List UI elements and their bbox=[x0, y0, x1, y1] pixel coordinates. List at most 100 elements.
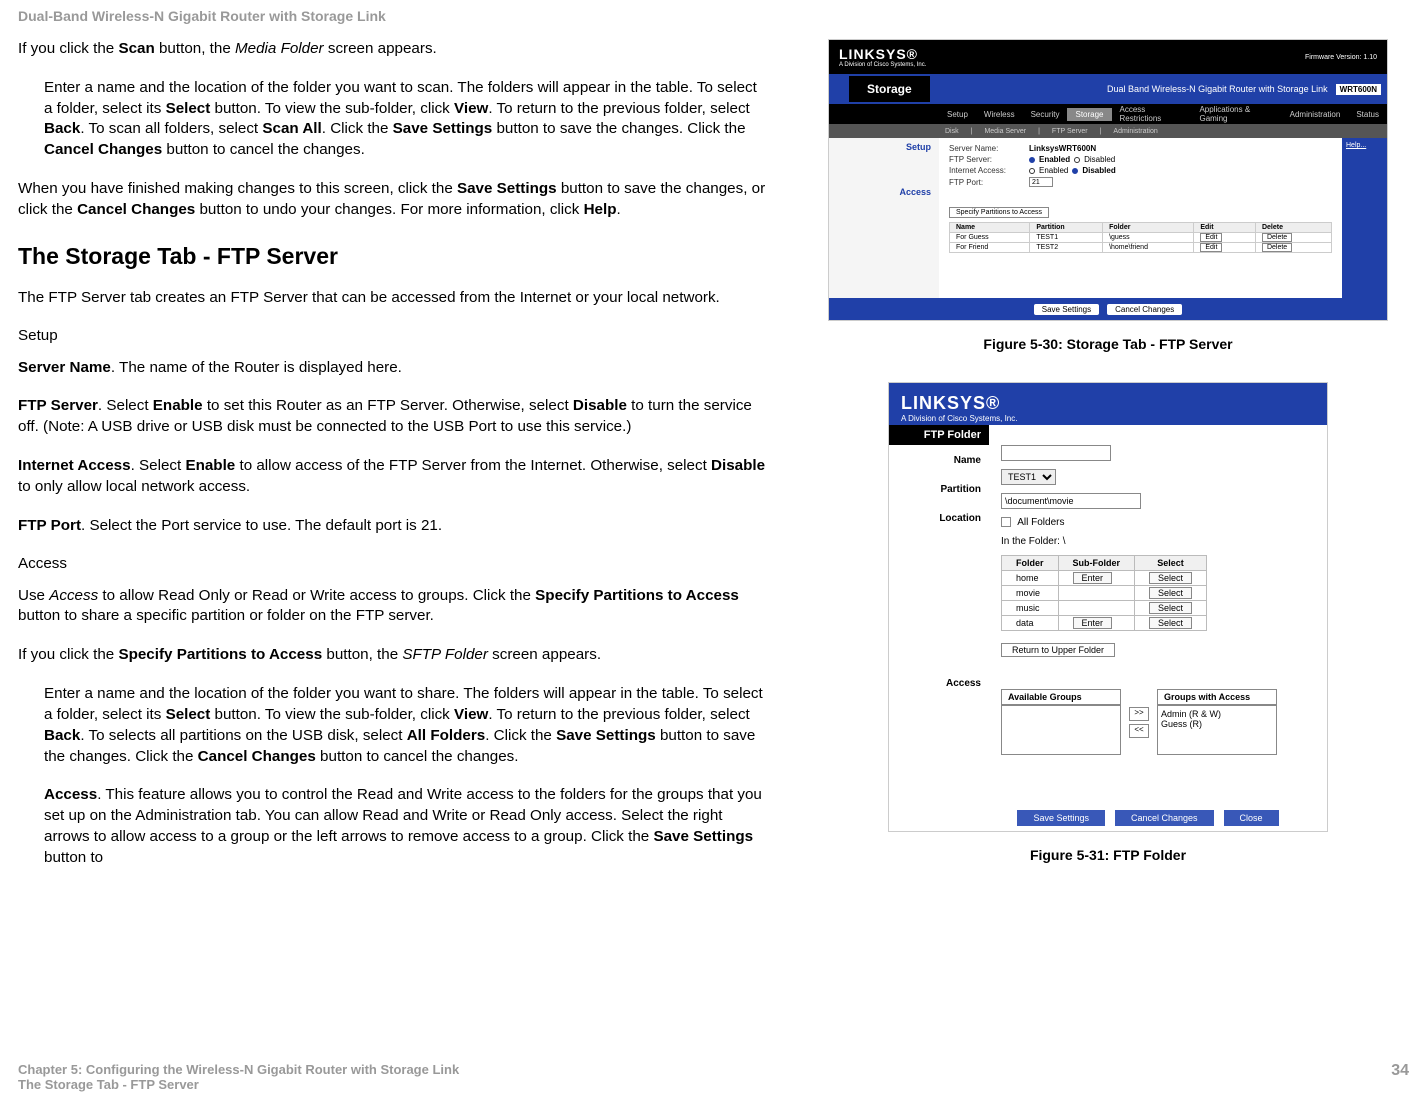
tab-setup[interactable]: Setup bbox=[939, 110, 976, 119]
text: Disabled bbox=[1084, 155, 1115, 164]
table-row: For Guess TEST1 \guess Edit Delete bbox=[950, 233, 1332, 243]
figure-ftp-folder: LINKSYS® A Division of Cisco Systems, In… bbox=[888, 382, 1328, 832]
name-input[interactable] bbox=[1001, 445, 1111, 461]
figures-column: LINKSYS® A Division of Cisco Systems, In… bbox=[798, 39, 1388, 893]
router-title: Dual Band Wireless-N Gigabit Router with… bbox=[930, 84, 1336, 94]
ftp-port-label: FTP Port: bbox=[949, 178, 1029, 187]
tab-status[interactable]: Status bbox=[1348, 110, 1387, 119]
delete-button[interactable]: Delete bbox=[1262, 233, 1292, 242]
text: If you click the bbox=[18, 646, 118, 663]
tab-applications-gaming[interactable]: Applications & Gaming bbox=[1191, 105, 1281, 123]
text: Enabled bbox=[1039, 155, 1070, 164]
specify-partitions-button[interactable]: Specify Partitions to Access bbox=[949, 207, 1049, 218]
text: to allow access of the FTP Server from t… bbox=[235, 457, 711, 474]
text: button to cancel the changes. bbox=[316, 748, 519, 765]
close-button[interactable]: Close bbox=[1224, 810, 1279, 826]
text: . Click the bbox=[322, 120, 393, 137]
table-row: movie Select bbox=[1002, 586, 1207, 601]
text: button to undo your changes. For more in… bbox=[195, 201, 583, 218]
subtab-media-server[interactable]: Media Server bbox=[978, 128, 1032, 135]
delete-button[interactable]: Delete bbox=[1262, 243, 1292, 252]
cancel-changes-button[interactable]: Cancel Changes bbox=[1115, 810, 1214, 826]
main-tab-storage: Storage bbox=[849, 76, 930, 102]
para-ftp-server: FTP Server. Select Enable to set this Ro… bbox=[18, 396, 768, 438]
para-scan: If you click the Scan button, the Media … bbox=[18, 39, 768, 60]
radio-ftp-enabled[interactable] bbox=[1029, 157, 1035, 163]
help-panel: Help... bbox=[1342, 138, 1387, 298]
text: button. To view the sub-folder, click bbox=[210, 706, 454, 723]
select-button[interactable]: Select bbox=[1149, 617, 1192, 629]
all-folders-checkbox[interactable] bbox=[1001, 517, 1011, 527]
sidebar-access: Access bbox=[837, 187, 931, 197]
available-groups-box[interactable] bbox=[1001, 705, 1121, 755]
location-input[interactable] bbox=[1001, 493, 1141, 509]
tab-administration[interactable]: Administration bbox=[1282, 110, 1349, 119]
td: music bbox=[1002, 601, 1059, 616]
footer-section: The Storage Tab - FTP Server bbox=[18, 1077, 459, 1092]
td-name: For Guess bbox=[950, 233, 1030, 243]
page-header: Dual-Band Wireless-N Gigabit Router with… bbox=[0, 0, 1427, 39]
text: to only allow local network access. bbox=[18, 478, 250, 495]
figure-caption-1: Figure 5-30: Storage Tab - FTP Server bbox=[983, 336, 1232, 352]
text: . To return to the previous folder, sele… bbox=[488, 706, 749, 723]
dialog-footer: Save Settings Cancel Changes Close bbox=[889, 805, 1327, 831]
text: Help bbox=[584, 201, 617, 218]
edit-button[interactable]: Edit bbox=[1200, 233, 1222, 242]
text: Access bbox=[44, 786, 97, 803]
enter-button[interactable]: Enter bbox=[1073, 617, 1113, 629]
text: Select bbox=[166, 100, 211, 117]
tab-security[interactable]: Security bbox=[1023, 110, 1068, 119]
radio-ftp-disabled[interactable] bbox=[1074, 157, 1080, 163]
text: Scan All bbox=[262, 120, 321, 137]
para-ftp-port: FTP Port. Select the Port service to use… bbox=[18, 516, 768, 537]
cancel-changes-button[interactable]: Cancel Changes bbox=[1107, 304, 1182, 315]
enter-button[interactable]: Enter bbox=[1073, 572, 1113, 584]
ftp-port-input[interactable] bbox=[1029, 177, 1053, 187]
partition-select[interactable]: TEST1 bbox=[1001, 469, 1056, 485]
text: View bbox=[454, 100, 488, 117]
text: button to cancel the changes. bbox=[162, 141, 365, 158]
access-table: Name Partition Folder Edit Delete For Gu… bbox=[949, 222, 1332, 253]
td: data bbox=[1002, 616, 1059, 631]
table-row: For Friend TEST2 \home\friend Edit Delet… bbox=[950, 243, 1332, 253]
ftp-server-label: FTP Server: bbox=[949, 155, 1029, 164]
page-number: 34 bbox=[1391, 1062, 1409, 1092]
th-partition: Partition bbox=[1030, 223, 1103, 233]
th-select: Select bbox=[1135, 556, 1207, 571]
para-internet-access: Internet Access. Select Enable to allow … bbox=[18, 456, 768, 498]
text: Specify Partitions to Access bbox=[118, 646, 322, 663]
tab-wireless[interactable]: Wireless bbox=[976, 110, 1023, 119]
add-group-button[interactable]: >> bbox=[1129, 707, 1149, 721]
radio-internet-enabled[interactable] bbox=[1029, 168, 1035, 174]
group-item[interactable]: Admin (R & W) bbox=[1161, 709, 1273, 719]
tab-access-restrictions[interactable]: Access Restrictions bbox=[1112, 105, 1192, 123]
save-settings-button[interactable]: Save Settings bbox=[1017, 810, 1105, 826]
tab-storage[interactable]: Storage bbox=[1067, 108, 1111, 121]
subtab-ftp-server[interactable]: FTP Server bbox=[1046, 128, 1094, 135]
subtab-disk[interactable]: Disk bbox=[939, 128, 965, 135]
edit-button[interactable]: Edit bbox=[1200, 243, 1222, 252]
group-item[interactable]: Guess (R) bbox=[1161, 719, 1273, 729]
select-button[interactable]: Select bbox=[1149, 572, 1192, 584]
th-subfolder: Sub-Folder bbox=[1058, 556, 1135, 571]
select-button[interactable]: Select bbox=[1149, 602, 1192, 614]
text: . Click the bbox=[485, 727, 556, 744]
text: FTP Port bbox=[18, 517, 81, 534]
available-groups-header: Available Groups bbox=[1001, 689, 1121, 705]
return-to-upper-folder-button[interactable]: Return to Upper Folder bbox=[1001, 643, 1115, 657]
save-settings-button[interactable]: Save Settings bbox=[1034, 304, 1099, 315]
remove-group-button[interactable]: << bbox=[1129, 724, 1149, 738]
radio-internet-disabled[interactable] bbox=[1072, 168, 1078, 174]
help-link[interactable]: Help... bbox=[1346, 142, 1366, 149]
text: screen appears. bbox=[488, 646, 601, 663]
select-button[interactable]: Select bbox=[1149, 587, 1192, 599]
subtab-administration[interactable]: Administration bbox=[1107, 128, 1163, 135]
td: movie bbox=[1002, 586, 1059, 601]
para-specify-partitions: If you click the Specify Partitions to A… bbox=[18, 645, 768, 666]
td: home bbox=[1002, 571, 1059, 586]
td-folder: \home\friend bbox=[1103, 243, 1194, 253]
text: Cancel Changes bbox=[198, 748, 316, 765]
linksys-header-bar-2: LINKSYS® A Division of Cisco Systems, In… bbox=[889, 383, 1327, 425]
text: . To selects all partitions on the USB d… bbox=[80, 727, 406, 744]
groups-with-access-box[interactable]: Admin (R & W) Guess (R) bbox=[1157, 705, 1277, 755]
